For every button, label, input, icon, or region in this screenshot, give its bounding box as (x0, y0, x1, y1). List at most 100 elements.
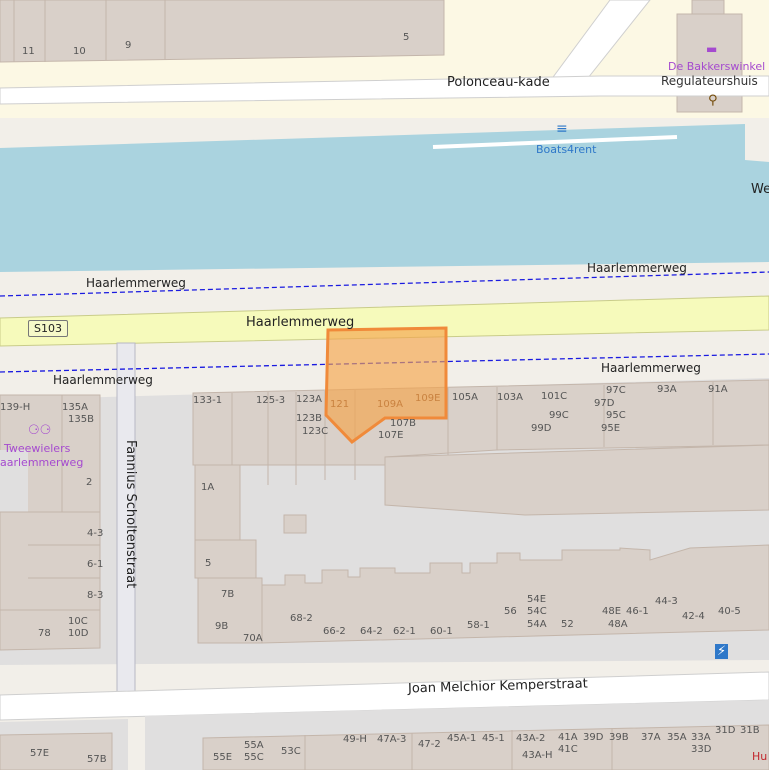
house-number: 123B (296, 413, 322, 424)
house-number: 56 (504, 606, 517, 617)
building (194, 464, 241, 541)
house-number: 55A (244, 740, 264, 751)
charging-station-icon: ⚡ (715, 644, 729, 659)
map-canvas[interactable]: 11 10 9 5 Polonceau-kade ▬ De Bakkerswin… (0, 0, 769, 770)
street-label-fannius: Fannius Scholtenstraat (123, 440, 138, 589)
house-number: 95E (601, 423, 621, 434)
toilets-icon: ⚲ (708, 93, 718, 108)
house-number: 37A (641, 732, 661, 743)
house-number: 123C (302, 426, 329, 437)
house-number: 54A (527, 619, 547, 630)
house-number: 66-2 (323, 626, 346, 637)
house-number: 1A (201, 482, 215, 493)
house-number: 99D (531, 423, 552, 434)
top-building-row (0, 0, 445, 63)
house-number: 9 (125, 40, 132, 51)
house-number: 125-3 (256, 395, 286, 406)
house-number: 101C (541, 391, 568, 402)
house-number: 68-2 (290, 613, 313, 624)
building (691, 0, 725, 15)
house-number: 58-1 (467, 620, 490, 631)
house-number: 55E (213, 752, 233, 763)
house-number: 44-3 (655, 596, 678, 607)
house-number: 91A (708, 384, 728, 395)
cut-label-hu: Hu (752, 750, 768, 763)
house-number: 103A (497, 392, 523, 403)
poi-label-tweewielers: Tweewielers (4, 442, 71, 455)
house-number: 93A (657, 384, 677, 395)
house-number: 35A (667, 732, 687, 743)
house-number: 9B (215, 621, 229, 632)
house-number: 78 (38, 628, 51, 639)
house-number: 10C (68, 616, 88, 627)
house-number: 105A (452, 392, 478, 403)
house-number: 55C (244, 752, 264, 763)
street-label-path-north-1: Haarlemmerweg (587, 261, 687, 275)
street-label-path-south-2: Haarlemmerweg (53, 373, 153, 387)
house-number: 11 (22, 46, 35, 57)
house-number: 95C (606, 410, 626, 421)
street-label-path-south-1: Haarlemmerweg (601, 361, 701, 375)
house-number: 99C (549, 410, 569, 421)
house-number: 54C (527, 606, 547, 617)
house-number: 33D (691, 744, 712, 755)
street-label-haarlemmerweg: Haarlemmerweg (246, 315, 355, 330)
house-number: 57B (87, 754, 107, 765)
boat-rental-icon: ≡ (556, 121, 568, 137)
house-number: 107E (378, 430, 404, 441)
house-number: 39B (609, 732, 629, 743)
house-number: 54E (527, 594, 547, 605)
house-number: 135A (62, 402, 88, 413)
house-number: 48E (602, 606, 622, 617)
house-number: 109A (377, 399, 403, 410)
house-number: 33A (691, 732, 711, 743)
house-number: 41A (558, 732, 578, 743)
street-label-path-north-2: Haarlemmerweg (86, 276, 186, 290)
house-number: 42-4 (682, 611, 705, 622)
house-number: 6-1 (87, 559, 104, 570)
poi-label-bakkerswinkel: De Bakkerswinkel (668, 60, 766, 73)
house-number: 46-1 (626, 606, 649, 617)
house-number: 5 (205, 558, 212, 569)
house-number: 47A-3 (377, 734, 407, 745)
building (283, 514, 307, 534)
house-number: 45A-1 (447, 733, 477, 744)
house-number: 107B (390, 418, 416, 429)
house-number: 97C (606, 385, 626, 396)
house-number: 45-1 (482, 733, 505, 744)
house-number: 43A-H (522, 750, 553, 761)
house-number: 133-1 (193, 395, 223, 406)
house-number: 52 (561, 619, 574, 630)
house-number: 47-2 (418, 739, 441, 750)
house-number: 10D (68, 628, 89, 639)
house-number: 31B (740, 725, 760, 736)
house-number: 10 (73, 46, 86, 57)
bicycle-shop-icon: ⚆⚆ (28, 423, 52, 438)
house-number: 62-1 (393, 626, 416, 637)
house-number: 41C (558, 744, 578, 755)
house-number: 31D (715, 725, 736, 736)
poi-label-tweewielers-sub: aarlemmerweg (0, 456, 84, 469)
canal-water (0, 124, 769, 272)
house-number: 49-H (343, 734, 367, 745)
poi-label-boats4rent: Boats4rent (536, 143, 597, 156)
building (384, 444, 769, 516)
house-number: 70A (243, 633, 263, 644)
house-number: 123A (296, 394, 322, 405)
house-number: 121 (330, 399, 350, 410)
cut-label-we: We (751, 182, 769, 197)
house-number: 7B (221, 589, 235, 600)
road-ref-badge: S103 (28, 320, 68, 337)
house-number: 4-3 (87, 528, 104, 539)
house-number: 60-1 (430, 626, 453, 637)
house-number: 40-5 (718, 606, 741, 617)
house-number: 139-H (0, 402, 31, 413)
house-number: 135B (68, 414, 94, 425)
house-number: 2 (86, 477, 93, 488)
house-number: 109E (415, 393, 441, 404)
house-number: 53C (281, 746, 301, 757)
house-number: 43A-2 (516, 733, 546, 744)
street-label-polonceau: Polonceau-kade (447, 75, 550, 90)
bakery-icon: ▬ (706, 42, 718, 56)
house-number: 64-2 (360, 626, 383, 637)
